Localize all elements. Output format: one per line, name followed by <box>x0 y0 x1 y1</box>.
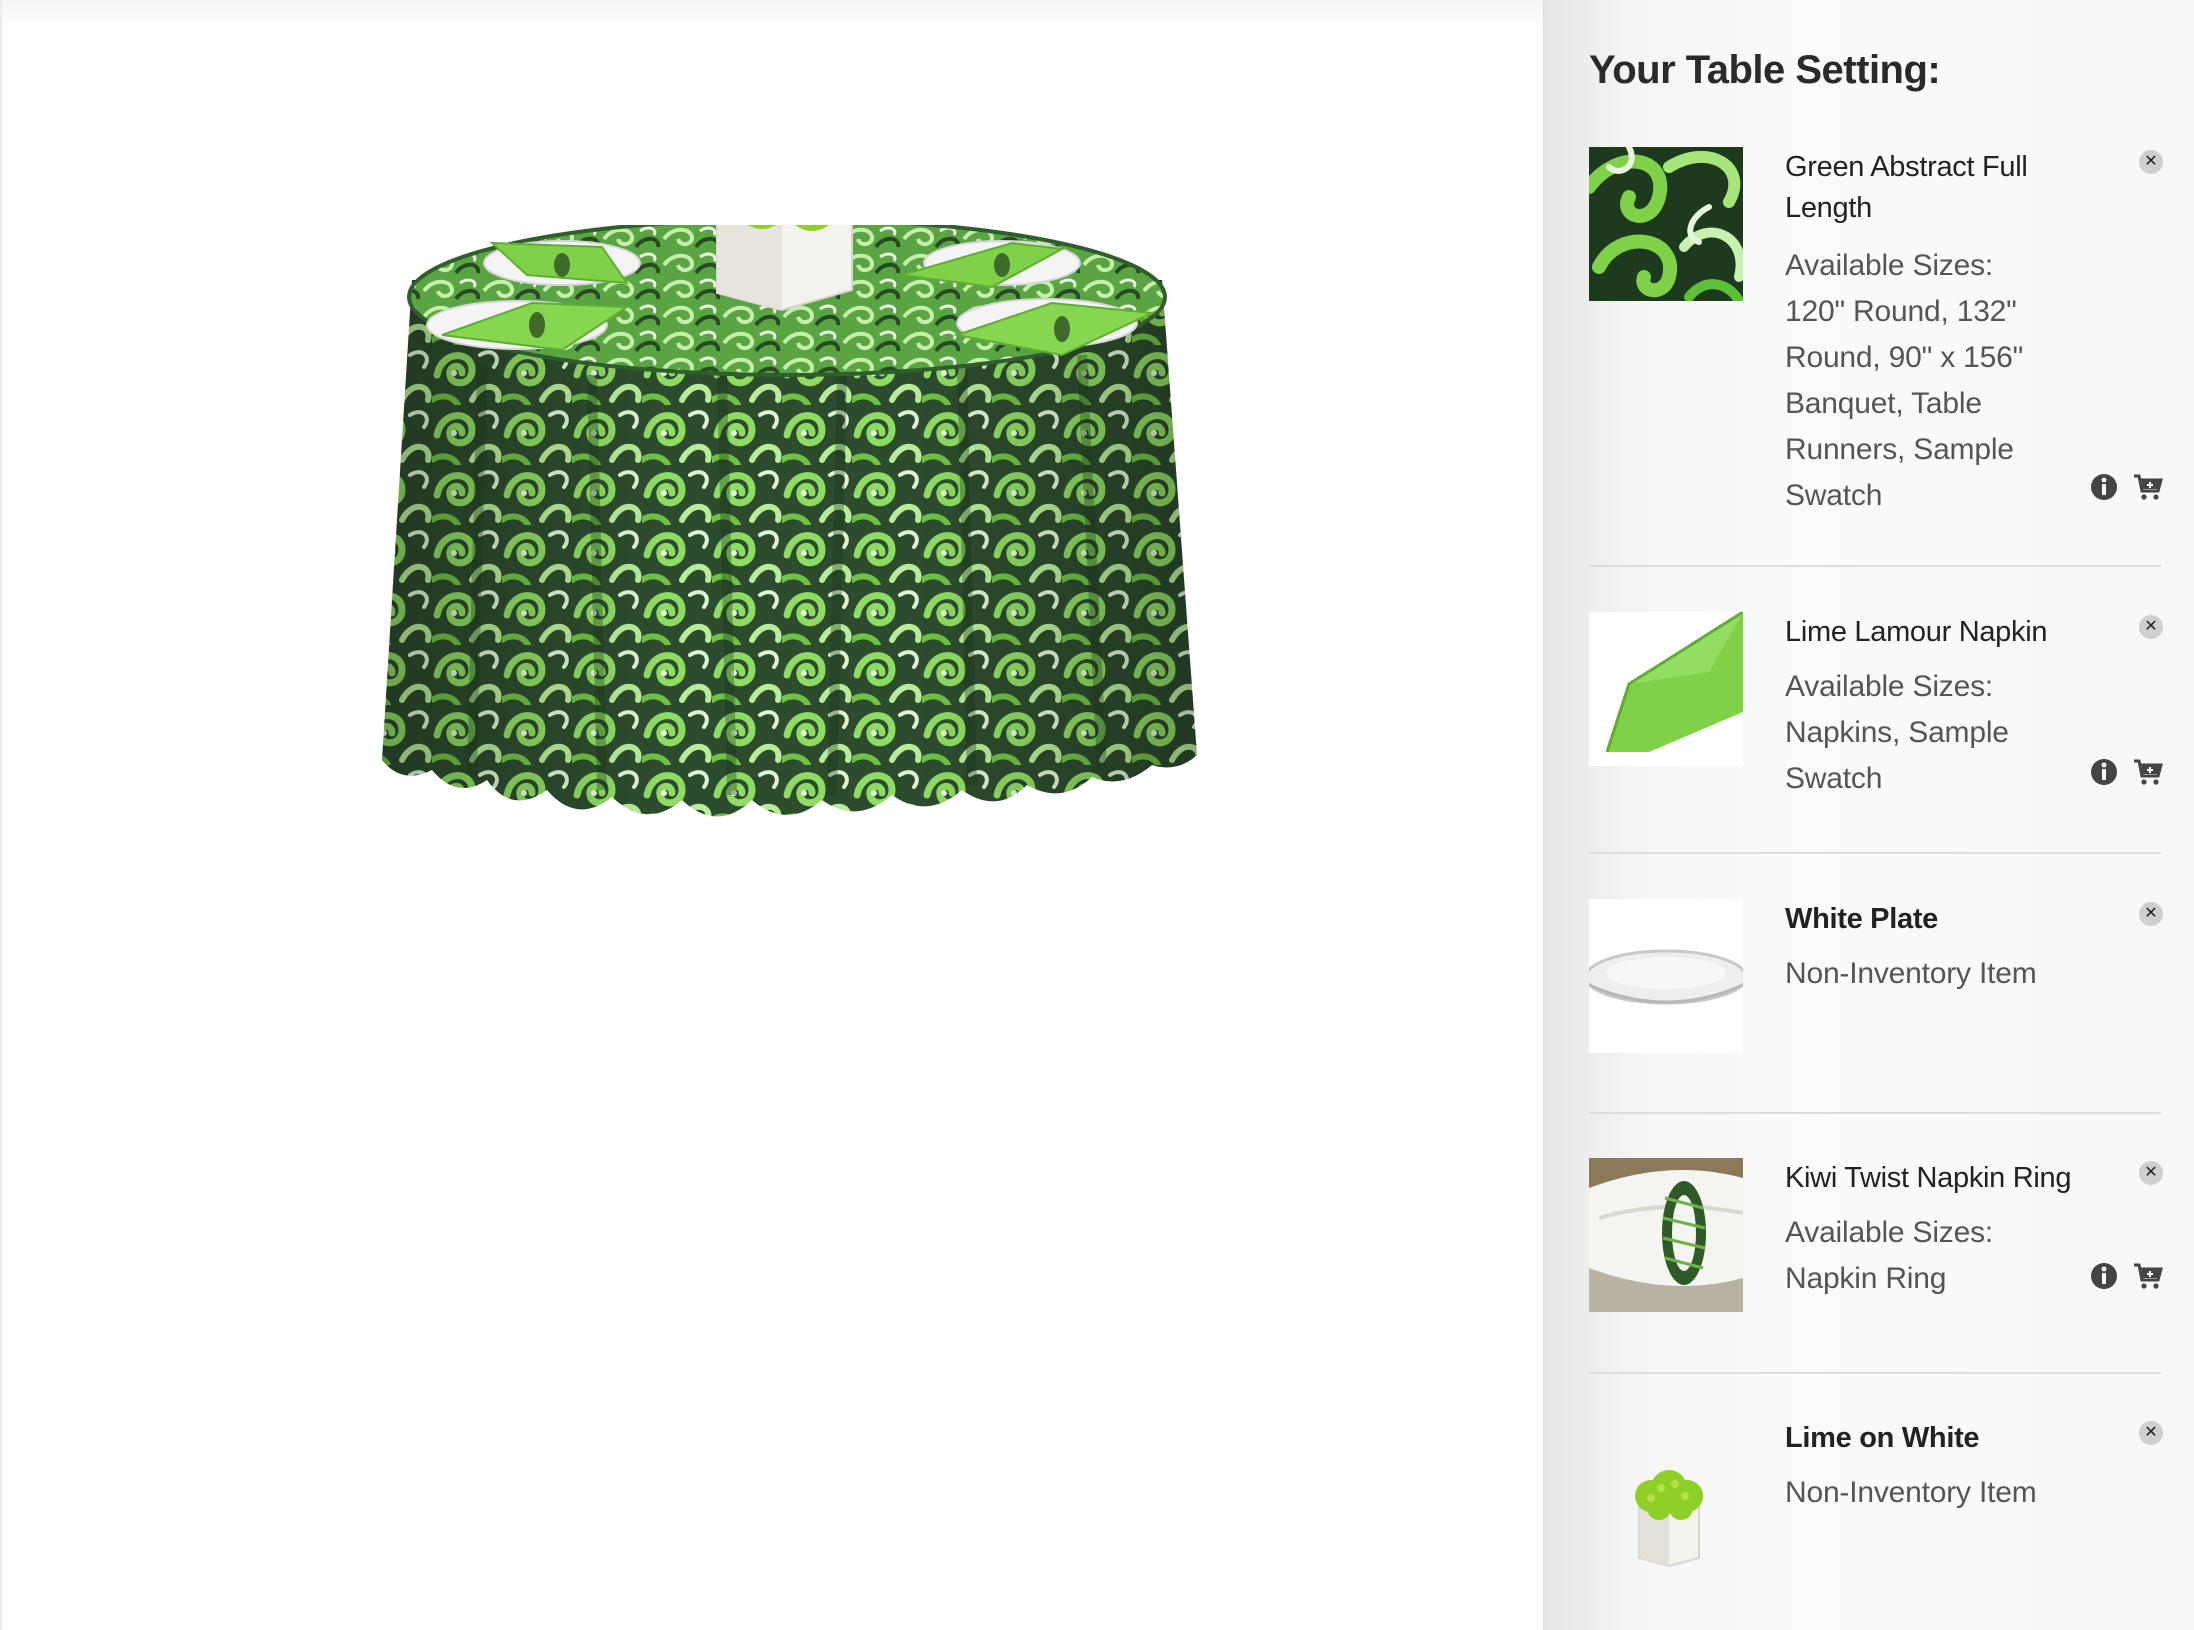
remove-item-button[interactable]: ✕ <box>2139 150 2163 174</box>
item-description: Available Sizes: Napkins, Sample Swatch <box>1785 670 2009 795</box>
setting-item-tablecloth: Green Abstract Full Length Available Siz… <box>1589 147 2163 527</box>
close-icon: ✕ <box>2144 905 2158 922</box>
setting-item-napkin-ring: Kiwi Twist Napkin Ring Available Sizes: … <box>1589 1158 2163 1348</box>
info-icon[interactable] <box>2089 472 2119 502</box>
item-divider <box>1589 565 2161 567</box>
sidebar-title: Your Table Setting: <box>1589 48 1941 92</box>
close-icon: ✕ <box>2144 1424 2158 1441</box>
close-icon: ✕ <box>2144 618 2158 635</box>
setting-item-centerpiece: Lime on White Non-Inventory Item ✕ <box>1589 1418 2163 1608</box>
close-icon: ✕ <box>2144 1164 2158 1181</box>
item-divider <box>1589 852 2161 854</box>
cart-icon[interactable] <box>2133 472 2163 502</box>
item-description: Non-Inventory Item <box>1785 957 2037 990</box>
green-abstract-fabric-swatch-icon[interactable] <box>1589 147 1743 301</box>
item-name[interactable]: Lime on White <box>1785 1418 2085 1459</box>
setting-item-napkin: Lime Lamour Napkin Available Sizes: Napk… <box>1589 612 2163 802</box>
item-divider <box>1589 1372 2161 1374</box>
lime-napkin-icon[interactable] <box>1589 612 1743 766</box>
remove-item-button[interactable]: ✕ <box>2139 902 2163 926</box>
table-setting-sidebar: Your Table Setting: Green Abstract Full … <box>1543 0 2194 1630</box>
close-icon: ✕ <box>2144 153 2158 170</box>
item-divider <box>1589 1112 2161 1114</box>
item-description: Available Sizes: 120" Round, 132" Round,… <box>1785 249 2024 512</box>
item-name[interactable]: Green Abstract Full Length <box>1785 147 2085 229</box>
cart-icon[interactable] <box>2133 757 2163 787</box>
info-icon[interactable] <box>2089 757 2119 787</box>
item-description: Available Sizes: Napkin Ring <box>1785 1216 1994 1295</box>
white-plate-icon[interactable] <box>1589 899 1743 1053</box>
remove-item-button[interactable]: ✕ <box>2139 1421 2163 1445</box>
table-preview-area <box>0 0 1543 1630</box>
item-name[interactable]: White Plate <box>1785 899 2085 940</box>
lime-centerpiece-icon[interactable] <box>1589 1418 1743 1572</box>
item-name[interactable]: Kiwi Twist Napkin Ring <box>1785 1158 2085 1199</box>
kiwi-napkin-ring-icon[interactable] <box>1589 1158 1743 1312</box>
item-description: Non-Inventory Item <box>1785 1476 2037 1509</box>
cart-icon[interactable] <box>2133 1261 2163 1291</box>
table-setting-page: Your Table Setting: Green Abstract Full … <box>0 0 2194 1630</box>
item-name[interactable]: Lime Lamour Napkin <box>1785 612 2085 653</box>
remove-item-button[interactable]: ✕ <box>2139 615 2163 639</box>
remove-item-button[interactable]: ✕ <box>2139 1161 2163 1185</box>
table-preview-image <box>382 225 1197 817</box>
info-icon[interactable] <box>2089 1261 2119 1291</box>
setting-item-plate: White Plate Non-Inventory Item ✕ <box>1589 899 2163 1059</box>
